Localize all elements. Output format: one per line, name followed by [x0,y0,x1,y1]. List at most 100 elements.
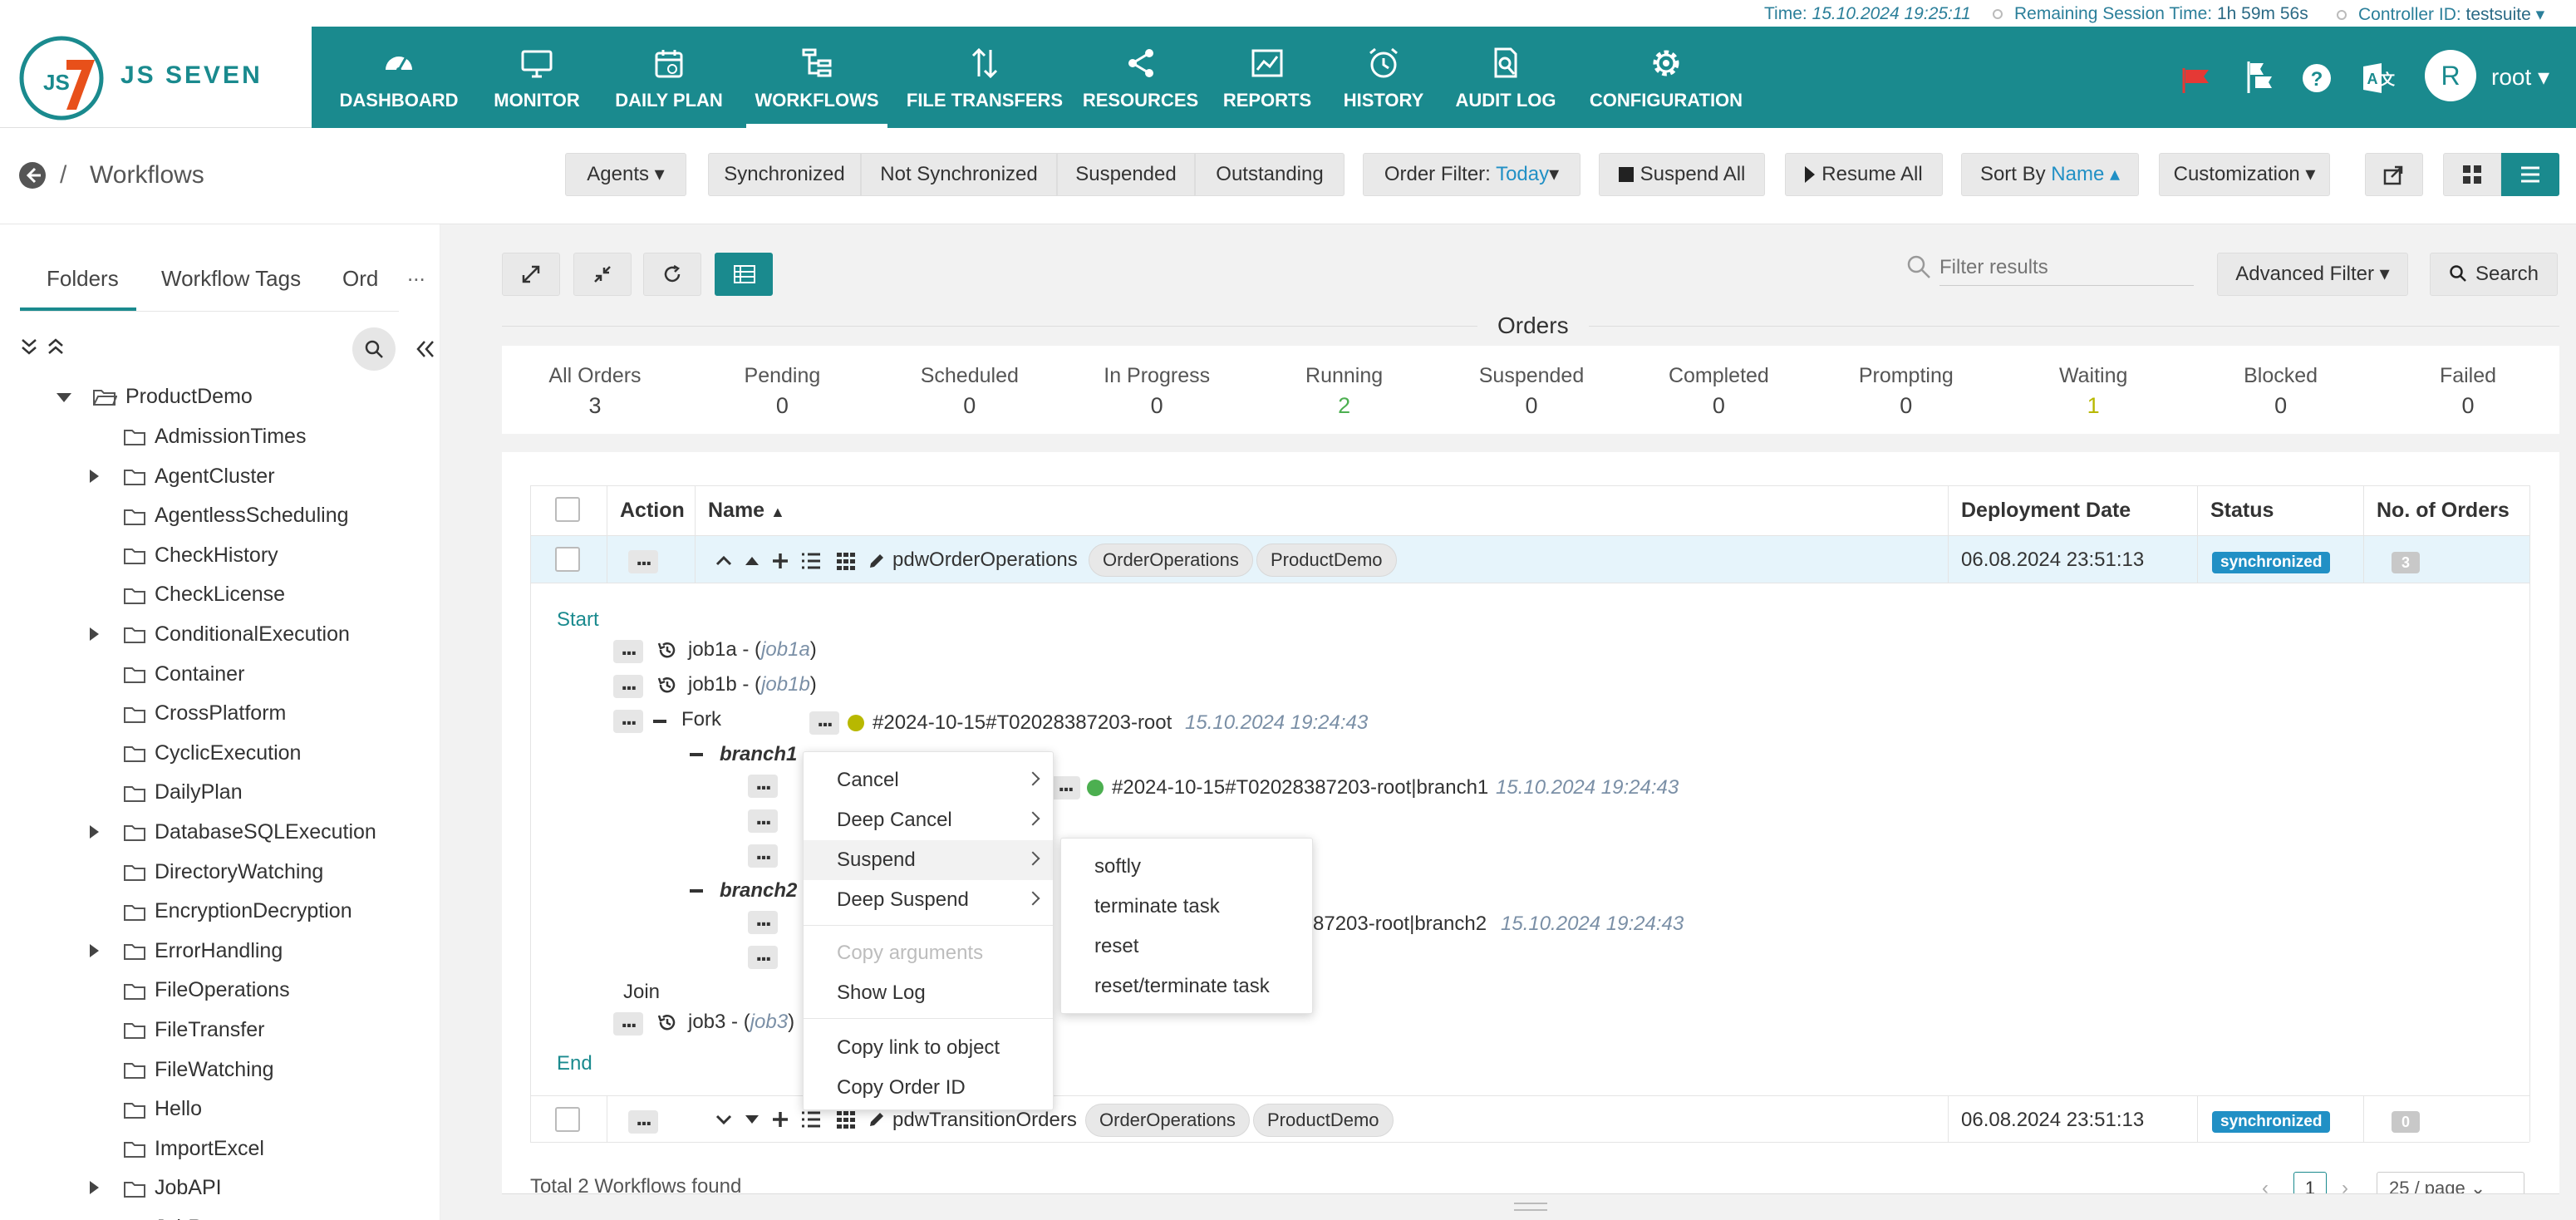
chevron-down-icon[interactable] [715,1110,733,1129]
avatar[interactable]: R [2425,50,2476,101]
compress-button[interactable] [573,253,632,296]
order-count-badge[interactable]: 0 [2392,1111,2421,1133]
agents-dropdown[interactable]: Agents ▾ [565,153,686,196]
order-stat[interactable]: All Orders 3 [512,364,678,419]
caret-right-icon[interactable] [90,825,99,839]
plus-icon[interactable] [771,552,789,570]
col-header-orders[interactable]: No. of Orders [2377,485,2510,535]
pencil-icon[interactable] [868,552,886,570]
customization-dropdown[interactable]: Customization ▾ [2159,153,2330,196]
back-arrow-icon[interactable] [18,161,47,189]
tree-folder-item[interactable]: DailyPlan [123,778,243,806]
tree-folder-item[interactable]: ConditionalExecution [123,620,350,648]
order-stat[interactable]: Running 2 [1261,364,1428,419]
tree-folder-item[interactable]: AdmissionTimes [123,422,306,450]
grid-dots-icon[interactable] [836,1110,856,1129]
submenu-item-reset-terminate-task[interactable]: reset/terminate task [1061,967,1312,1006]
workflow-tag[interactable]: OrderOperations [1089,544,1253,577]
refresh-button[interactable] [643,253,701,296]
job-action-button[interactable]: ... [748,805,778,833]
nav-monitor[interactable]: MONITOR [482,27,592,128]
tree-folder-item[interactable]: CheckLicense [123,580,285,608]
menu-item-deep-cancel[interactable]: Deep Cancel [804,800,1053,840]
tree-folder-item[interactable]: CrossPlatform [123,699,286,727]
order-action-button[interactable]: ... [809,707,839,735]
user-menu[interactable]: root ▾ [2491,63,2549,91]
plus-icon[interactable] [771,1110,789,1129]
tree-folder-item[interactable]: CyclicExecution [123,739,301,767]
tree-folder-item[interactable]: DirectoryWatching [123,858,323,886]
tree-folder-item[interactable]: AgentCluster [123,462,275,490]
menu-item-deep-suspend[interactable]: Deep Suspend [804,880,1053,920]
tree-folder-item[interactable]: FileWatching [123,1055,274,1084]
advanced-filter-dropdown[interactable]: Advanced Filter ▾ [2217,253,2408,296]
controller-id[interactable]: Controller ID: testsuite ▾ [2337,4,2544,25]
nav-history[interactable]: HISTORY [1334,27,1433,128]
order-stat[interactable]: Failed 0 [2385,364,2551,419]
job-action-button[interactable]: ... [613,636,643,663]
order-stat[interactable]: Prompting 0 [1823,364,1989,419]
collapse-minus-icon[interactable] [690,889,703,893]
order-stat[interactable]: In Progress 0 [1074,364,1240,419]
job-action-button[interactable]: ... [748,840,778,868]
caret-right-icon[interactable] [90,1181,99,1195]
list-view-button[interactable] [2501,153,2559,196]
row-checkbox[interactable] [555,547,580,572]
submenu-item-softly[interactable]: softly [1061,847,1312,887]
row-checkbox[interactable] [555,1107,580,1132]
list-icon[interactable] [801,1110,821,1129]
job-action-button[interactable]: ... [748,907,778,934]
collapse-sidebar-icon[interactable] [415,339,435,359]
nav-reports[interactable]: REPORTS [1217,27,1317,128]
col-header-status[interactable]: Status [2210,485,2274,535]
sort-by-dropdown[interactable]: Sort By Name ▴ [1961,153,2139,196]
submenu-item-reset[interactable]: reset [1061,927,1312,967]
col-header-deployment-date[interactable]: Deployment Date [1961,485,2131,535]
menu-item-show-log[interactable]: Show Log [804,973,1053,1013]
col-header-name[interactable]: Name ▲ [708,485,785,535]
order-filter-dropdown[interactable]: Order Filter: Today▾ [1363,153,1581,196]
nav-audit-log[interactable]: AUDIT LOG [1448,27,1564,128]
tree-folder-item[interactable]: JobAPI [123,1173,222,1202]
workflow-name[interactable]: pdwTransitionOrders [892,1109,1077,1132]
job-item[interactable]: job3 - (job3) [688,1011,794,1034]
tab-workflow-tags[interactable]: Workflow Tags [161,266,301,292]
row-action-button[interactable]: ... [628,546,658,573]
nav-configuration[interactable]: CONFIGURATION [1583,27,1749,128]
export-button[interactable] [2365,153,2423,196]
tab-orders[interactable]: Ord [342,266,380,292]
more-tabs-button[interactable]: ... [407,261,425,287]
submenu-item-terminate-task[interactable]: terminate task [1061,887,1312,927]
pencil-icon[interactable] [868,1110,886,1129]
tree-folder-item[interactable]: JobRe [123,1213,214,1220]
tree-folder-item[interactable]: EncryptionDecryption [123,897,352,925]
tree-folder-item[interactable]: FileTransfer [123,1016,264,1044]
list-toggle-button[interactable] [715,253,773,296]
caret-down-icon[interactable] [743,1110,761,1129]
job-action-button[interactable]: ... [748,770,778,798]
nav-file-transfers[interactable]: FILE TRANSFERS [906,27,1064,128]
suspend-all-button[interactable]: Suspend All [1599,153,1765,196]
expand-all-icon[interactable] [20,337,38,356]
grid-view-button[interactable] [2443,153,2501,196]
filter-synchronized[interactable]: Synchronized [708,153,861,196]
job-action-button[interactable]: ... [748,942,778,969]
filter-suspended[interactable]: Suspended [1057,153,1195,196]
order-count-badge[interactable]: 3 [2392,552,2421,573]
caret-right-icon[interactable] [90,627,99,641]
menu-item-copy-link[interactable]: Copy link to object [804,1028,1053,1068]
fork-action-button[interactable]: ... [613,706,643,733]
help-icon[interactable]: ? [2302,63,2332,93]
workflow-tag[interactable]: OrderOperations [1085,1104,1250,1137]
workflow-tag[interactable]: ProductDemo [1253,1104,1394,1137]
logo[interactable]: JS JS SEVEN [0,27,312,128]
workflow-name[interactable]: pdwOrderOperations [892,549,1078,572]
nav-dashboard[interactable]: DASHBOARD [328,27,469,128]
order-stat[interactable]: Suspended 0 [1448,364,1615,419]
job-item[interactable]: job1a - (job1a) [688,638,817,662]
caret-right-icon[interactable] [90,469,99,483]
filter-outstanding[interactable]: Outstanding [1195,153,1345,196]
nav-daily-plan[interactable]: DAILY PLAN [607,27,731,128]
caret-up-icon[interactable] [743,552,761,570]
menu-item-suspend[interactable]: Suspend [804,840,1053,880]
